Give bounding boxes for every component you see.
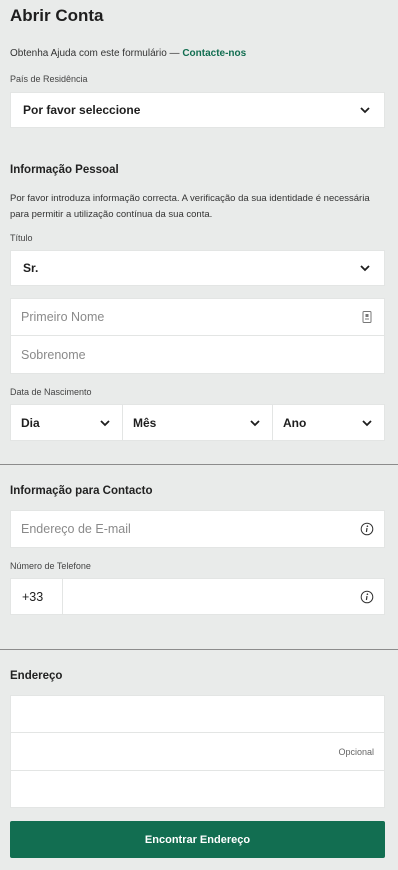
info-icon[interactable] [360, 590, 374, 604]
address-line2-input[interactable] [21, 744, 339, 759]
help-line: Obtenha Ajuda com este formulário — Cont… [10, 48, 246, 59]
chevron-down-icon [360, 107, 370, 114]
name-group [10, 298, 385, 374]
chevron-down-icon [100, 419, 110, 426]
address-line3-input[interactable] [21, 782, 374, 796]
title-value: Sr. [23, 261, 39, 275]
last-name-input[interactable] [21, 347, 374, 362]
autofill-icon[interactable] [360, 310, 374, 324]
dob-label: Data de Nascimento [10, 387, 92, 397]
address-line1-input[interactable] [21, 707, 374, 721]
phone-input-wrap [63, 579, 384, 614]
dob-year-select[interactable]: Ano [273, 405, 384, 440]
dob-month-select[interactable]: Mês [123, 405, 273, 440]
email-row [11, 511, 384, 547]
last-name-row [11, 336, 384, 373]
address-group: Opcional [10, 695, 385, 808]
dob-month-value: Mês [133, 415, 157, 430]
find-address-button[interactable]: Encontrar Endereço [10, 821, 385, 858]
chevron-down-icon [250, 419, 260, 426]
dob-group: Dia Mês Ano [10, 404, 385, 441]
email-input[interactable] [21, 522, 360, 536]
info-icon[interactable] [360, 522, 374, 536]
section-divider [0, 649, 398, 650]
residence-value: Por favor seleccione [23, 103, 141, 117]
first-name-row [11, 299, 384, 336]
first-name-input[interactable] [21, 310, 360, 324]
chevron-down-icon [362, 419, 372, 426]
optional-hint: Opcional [338, 746, 374, 757]
residence-label: País de Residência [10, 74, 88, 84]
phone-label: Número de Telefone [10, 561, 91, 571]
address-line1-row [11, 696, 384, 733]
phone-group: +33 [10, 578, 385, 615]
phone-prefix[interactable]: +33 [11, 579, 63, 614]
address-line3-row [11, 771, 384, 807]
contact-info-heading: Informação para Contacto [10, 485, 153, 497]
chevron-down-icon [360, 265, 370, 272]
title-select[interactable]: Sr. [10, 250, 385, 286]
help-text: Obtenha Ajuda com este formulário — [10, 48, 183, 59]
section-divider [0, 464, 398, 465]
address-heading: Endereço [10, 670, 63, 682]
phone-input[interactable] [73, 589, 360, 604]
contact-us-link[interactable]: Contacte-nos [182, 48, 246, 59]
dob-day-select[interactable]: Dia [11, 405, 123, 440]
page-title: Abrir Conta [10, 6, 104, 25]
residence-select[interactable]: Por favor seleccione [10, 92, 385, 128]
email-group [10, 510, 385, 548]
address-line2-row: Opcional [11, 733, 384, 771]
personal-info-heading: Informação Pessoal [10, 164, 119, 176]
title-label: Título [10, 233, 33, 243]
dob-day-value: Dia [21, 415, 40, 430]
dob-year-value: Ano [283, 415, 307, 430]
identity-notice: Por favor introduza informação correcta.… [10, 193, 370, 220]
